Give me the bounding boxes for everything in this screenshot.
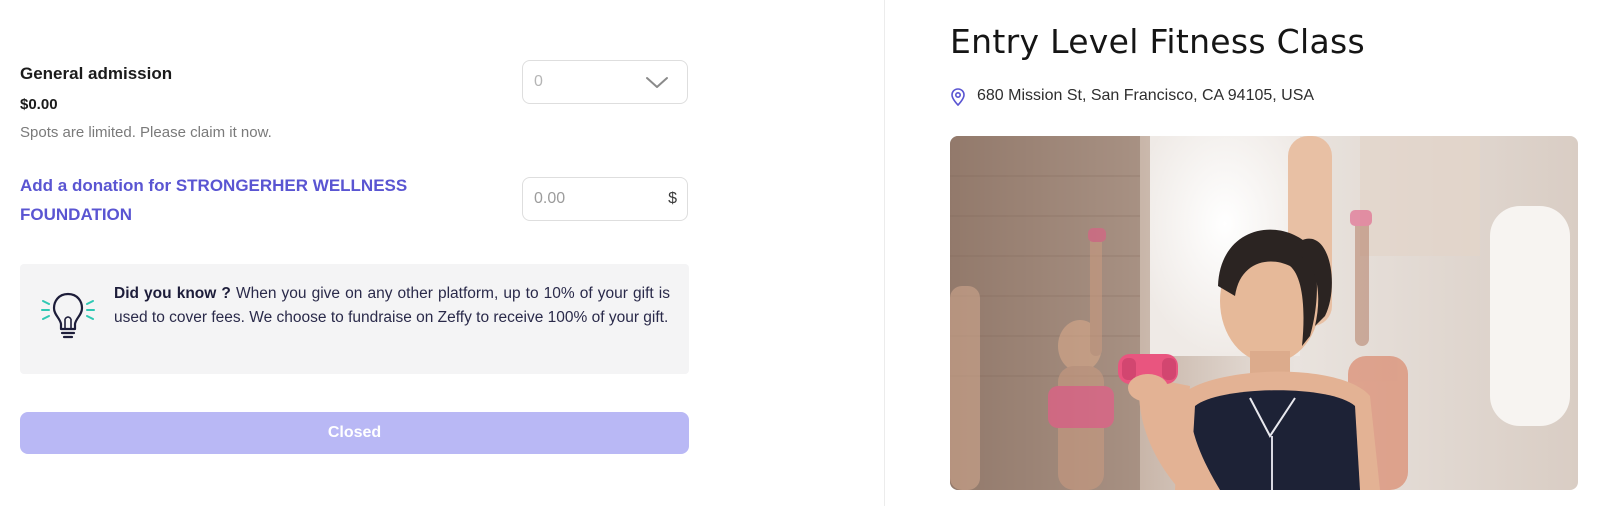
ticket-quantity-value: 0 — [534, 73, 543, 90]
chevron-down-icon — [646, 77, 668, 88]
donation-amount-input[interactable]: 0.00 $ — [522, 177, 688, 221]
did-you-know-box: Did you know ? When you give on any othe… — [20, 264, 689, 374]
fitness-class-illustration — [950, 136, 1578, 490]
event-details-panel: Entry Level Fitness Class 680 Mission St… — [885, 0, 1600, 506]
ticket-quantity-select[interactable]: 0 — [522, 60, 688, 104]
donation-amount-placeholder: 0.00 — [534, 190, 566, 207]
event-address: 680 Mission St, San Francisco, CA 94105,… — [977, 87, 1315, 104]
ticket-note: Spots are limited. Please claim it now. — [20, 124, 272, 141]
currency-symbol: $ — [668, 190, 677, 207]
donation-label: Add a donation for STRONGERHER WELLNESS … — [20, 176, 408, 224]
ticket-name: General admission — [20, 64, 173, 83]
closed-button[interactable]: Closed — [20, 412, 689, 454]
registration-panel: General admission $0.00 Spots are limite… — [0, 0, 884, 506]
event-title: Entry Level Fitness Class — [950, 22, 1365, 61]
location-pin-icon — [951, 88, 965, 106]
ticket-price: $0.00 — [20, 96, 58, 113]
lightbulb-icon — [41, 292, 95, 339]
did-you-know-heading: Did you know ? — [114, 285, 231, 302]
did-you-know-text: Did you know ? When you give on any othe… — [114, 282, 670, 330]
event-photo — [950, 136, 1578, 490]
